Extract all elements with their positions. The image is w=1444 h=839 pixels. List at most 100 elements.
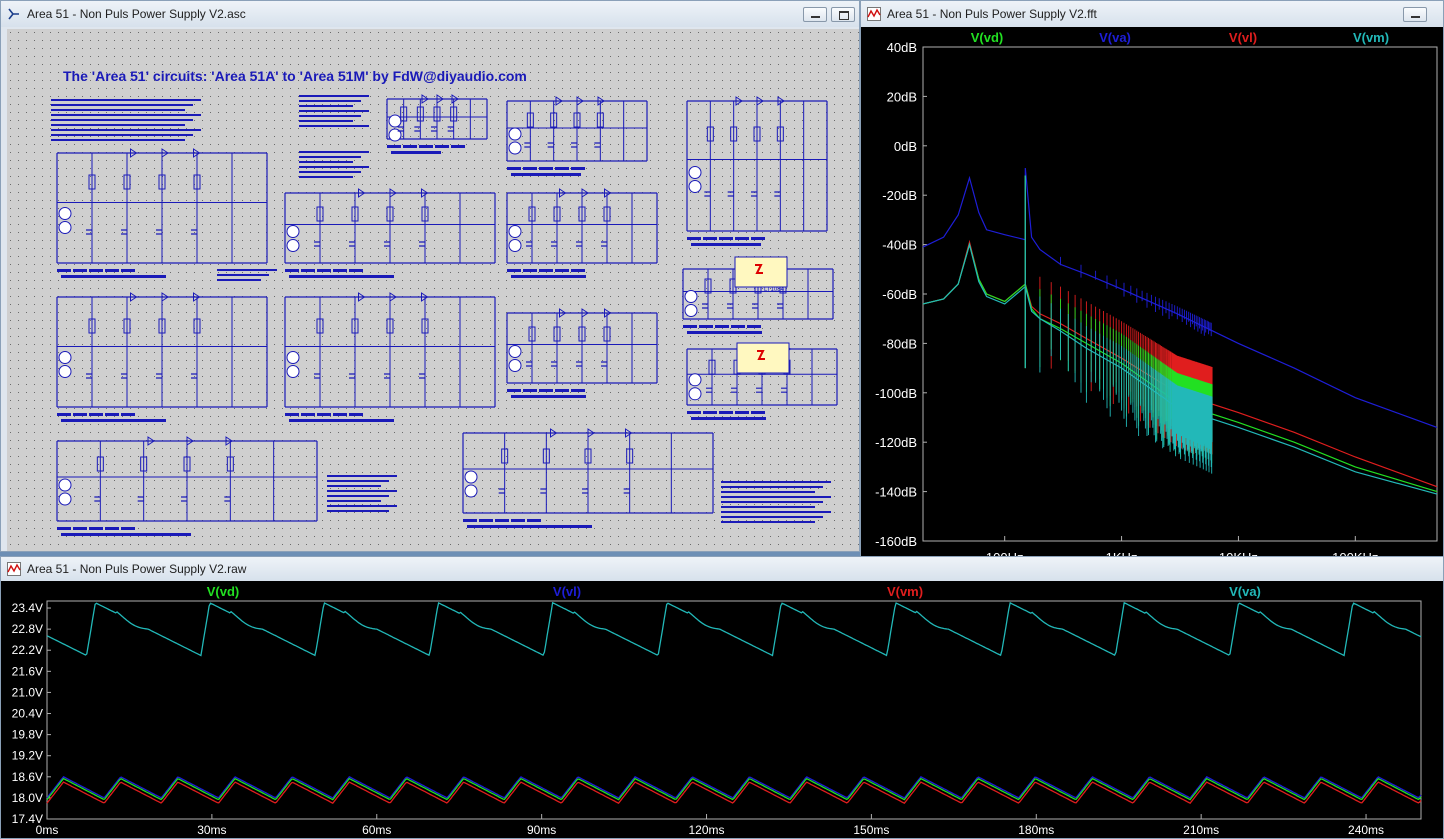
- spice-directive-text: [333, 269, 347, 272]
- comment-text-line: [51, 114, 201, 116]
- regulator-block-2[interactable]: [736, 342, 790, 374]
- fft-legend-entry[interactable]: V(vl): [1229, 30, 1257, 45]
- fft-y-tick-label: 20dB: [887, 89, 917, 104]
- maximize-button[interactable]: [831, 7, 855, 22]
- comment-text-line: [721, 491, 815, 493]
- transient-legend-entry[interactable]: V(vl): [553, 584, 581, 599]
- comment-text-line: [299, 171, 361, 173]
- transient-legend-entry[interactable]: V(va): [1229, 584, 1261, 599]
- transient-legend-entry[interactable]: V(vm): [887, 584, 923, 599]
- spice-directive-text: [523, 269, 537, 272]
- transient-series-line: [46, 601, 1422, 657]
- spice-directive-text: [555, 389, 569, 392]
- spice-directive-text: [73, 269, 87, 272]
- voltage-source-symbol: [684, 290, 698, 303]
- spice-directive-text: [289, 419, 394, 422]
- transient-plot-area[interactable]: 23.4V 22.8V 22.2V 21.6V 21.0V 20.4V 19.8V 19.2V…: [1, 581, 1443, 838]
- spice-directive-text: [317, 413, 331, 416]
- transient-x-tick-label: 240ms: [1348, 823, 1384, 837]
- fft-window[interactable]: Area 51 - Non Puls Power Supply V2.fft 4…: [860, 0, 1444, 574]
- voltage-source-symbol: [58, 478, 72, 492]
- spice-directive-text: [289, 275, 394, 278]
- spice-directive-text: [57, 527, 71, 530]
- comment-text-line: [299, 95, 369, 97]
- spice-directive-text: [105, 269, 119, 272]
- schematic-canvas[interactable]: The 'Area 51' circuits: 'Area 51A' to 'A…: [7, 29, 859, 551]
- comment-text-line: [721, 496, 831, 498]
- spice-directive-text: [735, 237, 749, 240]
- comment-text-line: [299, 156, 361, 158]
- transient-x-tick-label: 120ms: [689, 823, 725, 837]
- comment-text-line: [299, 125, 369, 127]
- spice-directive-text: [511, 519, 525, 522]
- spice-directive-text: [507, 389, 521, 392]
- spice-directive-text: [511, 173, 581, 176]
- spice-directive-text: [691, 417, 766, 420]
- voltage-source-symbol: [58, 207, 72, 220]
- comment-text-line: [299, 166, 369, 168]
- spice-directive-text: [105, 527, 119, 530]
- fft-plot-area[interactable]: 40dB 20dB 0dB -20dB -40dB -60dB -80dB -100dB -12…: [861, 27, 1443, 573]
- spice-directive-text: [507, 269, 521, 272]
- spice-directive-text: [747, 325, 761, 328]
- comment-text-line: [721, 516, 823, 518]
- transient-y-tick-label: 18.6V: [12, 770, 43, 784]
- fft-legend-entry[interactable]: V(vd): [971, 30, 1004, 45]
- spice-directive-text: [683, 325, 697, 328]
- fft-title: Area 51 - Non Puls Power Supply V2.fft: [887, 7, 1097, 21]
- spice-directive-text: [703, 411, 717, 414]
- spice-directive-text: [89, 413, 103, 416]
- schematic-drawing[interactable]: The 'Area 51' circuits: 'Area 51A' to 'A…: [7, 29, 859, 551]
- fft-chart[interactable]: 40dB 20dB 0dB -20dB -40dB -60dB -80dB -100dB -12…: [861, 27, 1443, 573]
- comment-text-line: [299, 120, 353, 122]
- voltage-source-symbol: [508, 141, 522, 155]
- spice-directive-text: [571, 389, 585, 392]
- fft-titlebar[interactable]: Area 51 - Non Puls Power Supply V2.fft: [861, 1, 1443, 27]
- transient-titlebar[interactable]: Area 51 - Non Puls Power Supply V2.raw: [1, 557, 1443, 581]
- comment-text-line: [327, 505, 397, 507]
- minimize-button[interactable]: [803, 7, 827, 22]
- comment-text-line: [299, 115, 361, 117]
- spice-directive-text: [463, 519, 477, 522]
- fft-legend-entry[interactable]: V(vm): [1353, 30, 1389, 45]
- comment-text-line: [217, 274, 269, 276]
- transient-x-tick-label: 90ms: [527, 823, 556, 837]
- comment-text-line: [327, 485, 381, 487]
- spice-directive-text: [61, 533, 191, 536]
- transient-window[interactable]: Area 51 - Non Puls Power Supply V2.raw 2…: [0, 556, 1444, 839]
- schematic-icon: [8, 8, 19, 20]
- fft-legend-entry[interactable]: V(va): [1099, 30, 1131, 45]
- spice-directive-text: [571, 167, 585, 170]
- spice-directive-text: [57, 269, 71, 272]
- comment-text-line: [299, 105, 353, 107]
- comment-text-line: [721, 501, 823, 503]
- spice-directive-text: [349, 269, 363, 272]
- comment-text-line: [51, 119, 193, 121]
- voltage-source-symbol: [688, 180, 702, 193]
- fft-y-tick-label: 0dB: [894, 139, 917, 154]
- waveform-icon: [867, 7, 881, 21]
- spice-directive-text: [571, 269, 585, 272]
- spice-directive-text: [687, 331, 762, 334]
- comment-text-line: [299, 161, 353, 163]
- spice-directive-text: [61, 275, 166, 278]
- transient-x-tick-label: 150ms: [853, 823, 889, 837]
- voltage-source-symbol: [464, 470, 478, 484]
- fft-minimize-button[interactable]: [1403, 7, 1427, 22]
- transient-chart[interactable]: 23.4V 22.8V 22.2V 21.6V 21.0V 20.4V 19.8V 19.2V…: [1, 581, 1443, 838]
- schematic-titlebar[interactable]: Area 51 - Non Puls Power Supply V2.asc: [1, 1, 859, 27]
- spice-directive-text: [555, 269, 569, 272]
- spice-directive-text: [719, 411, 733, 414]
- comment-text-line: [51, 139, 185, 141]
- spice-directive-text: [57, 413, 71, 416]
- transient-legend-entry[interactable]: V(vd): [207, 584, 240, 599]
- comment-text-line: [327, 480, 389, 482]
- comment-text-line: [327, 475, 397, 477]
- spice-directive-text: [691, 243, 761, 246]
- comment-text-line: [327, 500, 381, 502]
- schematic-window[interactable]: Area 51 - Non Puls Power Supply V2.asc T…: [0, 0, 860, 552]
- transient-y-tick-label: 21.0V: [12, 685, 43, 699]
- spice-directive-text: [121, 527, 135, 530]
- spice-directive-text: [523, 389, 537, 392]
- fft-y-tick-label: -160dB: [875, 534, 917, 549]
